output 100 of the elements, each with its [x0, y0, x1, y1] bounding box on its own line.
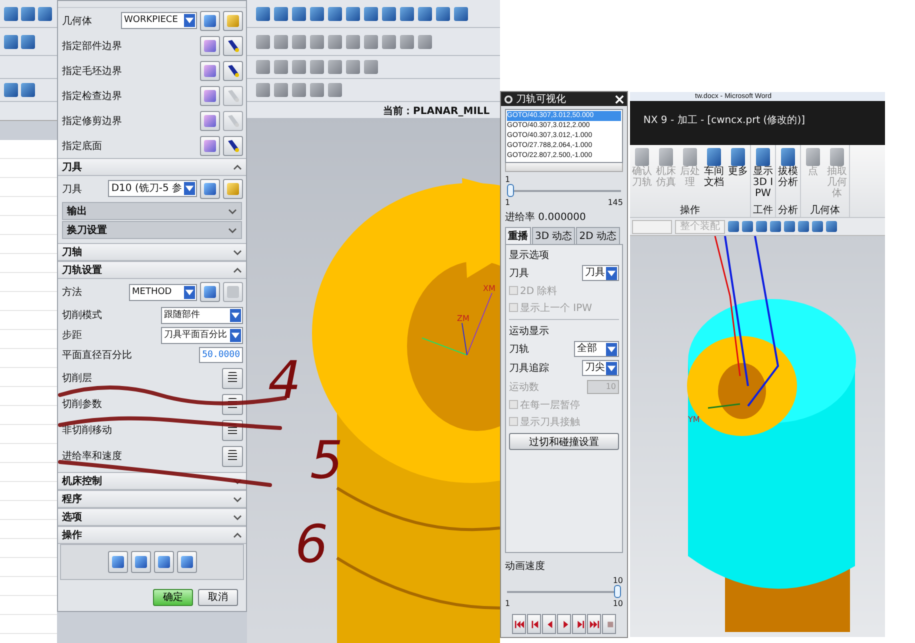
field-label: 非切削移动 — [62, 424, 113, 437]
toolbar-icon[interactable] — [400, 34, 414, 48]
playback-button[interactable] — [557, 614, 571, 634]
slider-thumb[interactable] — [507, 184, 514, 197]
section-header[interactable]: 机床控制 — [58, 472, 246, 490]
playback-button[interactable] — [512, 614, 526, 634]
toolbar-icon[interactable] — [742, 221, 753, 232]
toolbar-icon[interactable] — [38, 6, 52, 20]
toolbar-icon[interactable] — [436, 6, 450, 20]
toolbar-icon[interactable] — [328, 34, 342, 48]
settings-dialog-button[interactable] — [222, 368, 243, 388]
operation-action-icon[interactable] — [176, 551, 196, 573]
toolbar-icon[interactable] — [292, 34, 306, 48]
toolbar-icon[interactable] — [382, 34, 396, 48]
handwritten-number: 6 — [295, 515, 328, 575]
toolbar-icon[interactable] — [346, 6, 360, 20]
toolbar-icon[interactable] — [256, 34, 270, 48]
field-label: 运动数 — [509, 380, 539, 394]
close-icon[interactable] — [615, 94, 624, 104]
geometry-dropdown[interactable]: WORKPIECE — [121, 12, 197, 29]
section-header[interactable]: 刀具 — [58, 158, 246, 176]
cancel-button[interactable]: 取消 — [198, 588, 238, 606]
section-header[interactable]: 操作 — [58, 526, 246, 544]
ribbon-button[interactable]: 更多 — [727, 145, 749, 205]
ribbon-button[interactable]: 拔模分析 — [777, 145, 799, 205]
playback-button[interactable] — [587, 614, 601, 634]
toolbar-icon[interactable] — [364, 6, 378, 20]
horizontal-scrollbar[interactable] — [505, 163, 623, 172]
tab[interactable]: 重播 — [505, 227, 531, 244]
toolbar-icon[interactable] — [346, 34, 360, 48]
window-title: NX 9 - 加工 - [cwncx.prt (修改的)] — [643, 114, 805, 127]
option-dropdown[interactable]: 刀具平面百分比 — [161, 326, 243, 344]
toolbar-icon[interactable] — [728, 221, 739, 232]
toolbar-icon[interactable] — [826, 221, 837, 232]
toolbar-icon[interactable] — [21, 83, 35, 97]
ok-button[interactable]: 确定 — [153, 588, 193, 606]
settings-dialog-button[interactable] — [222, 446, 243, 466]
ribbon-button[interactable]: 显示 3D IPW — [752, 145, 774, 205]
option-dropdown[interactable]: 刀尖 — [582, 360, 619, 376]
field-label: 刀具 — [509, 266, 529, 280]
checkbox-label: 显示刀具接触 — [520, 416, 580, 428]
flashlight-icon[interactable] — [223, 60, 243, 80]
field-label: 指定底面 — [62, 140, 103, 152]
toolbar-icon[interactable] — [454, 6, 468, 20]
field-label: 指定毛坯边界 — [62, 64, 123, 78]
slider-thumb[interactable] — [614, 585, 621, 598]
ribbon-button[interactable]: 车间文档 — [703, 145, 725, 205]
toolbar-icon[interactable] — [418, 6, 432, 20]
toolbar-icon[interactable] — [382, 6, 396, 20]
operation-action-icon[interactable] — [130, 551, 150, 573]
axis-label: ZM — [457, 314, 470, 323]
toolbar-icon[interactable] — [400, 6, 414, 20]
toolbar-icon[interactable] — [310, 6, 324, 20]
toolbar-icon[interactable] — [798, 221, 809, 232]
toolbar-icon[interactable] — [256, 6, 270, 20]
toolbar-icon[interactable] — [364, 34, 378, 48]
toolbar-icon[interactable] — [328, 6, 342, 20]
toolbar-icon[interactable] — [292, 6, 306, 20]
axis-label: XM — [483, 284, 496, 293]
gear-icon — [504, 94, 513, 104]
collision-settings-button[interactable]: 过切和碰撞设置 — [509, 433, 619, 450]
tab[interactable]: 2D 动态 — [576, 227, 620, 244]
section-header[interactable]: 刀轨设置 — [58, 261, 246, 279]
field-label: 刀具追踪 — [509, 362, 549, 374]
subsection-header[interactable]: 换刀设置 — [62, 221, 242, 239]
slider-value: 1 — [505, 175, 512, 184]
operation-action-icon[interactable] — [108, 551, 128, 573]
playback-button[interactable] — [527, 614, 541, 634]
toolbar-icon[interactable] — [274, 6, 288, 20]
operation-action-icon[interactable] — [154, 551, 174, 573]
field-label: 切削参数 — [62, 398, 103, 411]
playback-button[interactable] — [572, 614, 586, 634]
section-header[interactable]: 选项 — [58, 508, 246, 526]
section-header[interactable]: 刀轴 — [58, 243, 246, 261]
option-dropdown[interactable]: 跟随部件 — [161, 306, 243, 324]
toolbar-icon[interactable] — [4, 34, 18, 48]
toolbar-icon[interactable] — [4, 6, 18, 20]
flashlight-icon[interactable] — [223, 36, 243, 56]
tool-dropdown[interactable]: D10 (铣刀-5 参 — [108, 180, 197, 197]
flashlight-icon[interactable] — [223, 136, 243, 156]
ribbon-group-title: 工件 — [752, 205, 774, 217]
toolbar-icon[interactable] — [310, 34, 324, 48]
toolbar-icon[interactable] — [274, 34, 288, 48]
toolbar-icon[interactable] — [812, 221, 823, 232]
method-dropdown[interactable]: METHOD — [129, 284, 197, 300]
tool-display-dropdown[interactable]: 刀具 — [582, 264, 619, 280]
toolbar-icon[interactable] — [756, 221, 767, 232]
toolbar-icon[interactable] — [770, 221, 781, 232]
section-header[interactable]: 程序 — [58, 490, 246, 508]
current-operation-label: 当前：PLANAR_MILL — [383, 104, 490, 118]
toolbar-icon[interactable] — [21, 6, 35, 20]
toolbar-icon[interactable] — [21, 34, 35, 48]
percent-field[interactable]: 50.0000 — [199, 347, 243, 363]
option-dropdown[interactable]: 全部 — [574, 340, 619, 356]
playback-button[interactable] — [542, 614, 556, 634]
tab[interactable]: 3D 动态 — [532, 227, 576, 244]
toolbar-icon[interactable] — [784, 221, 795, 232]
subsection-header[interactable]: 输出 — [62, 202, 242, 220]
toolbar-icon[interactable] — [4, 83, 18, 97]
toolbar-icon[interactable] — [418, 34, 432, 48]
